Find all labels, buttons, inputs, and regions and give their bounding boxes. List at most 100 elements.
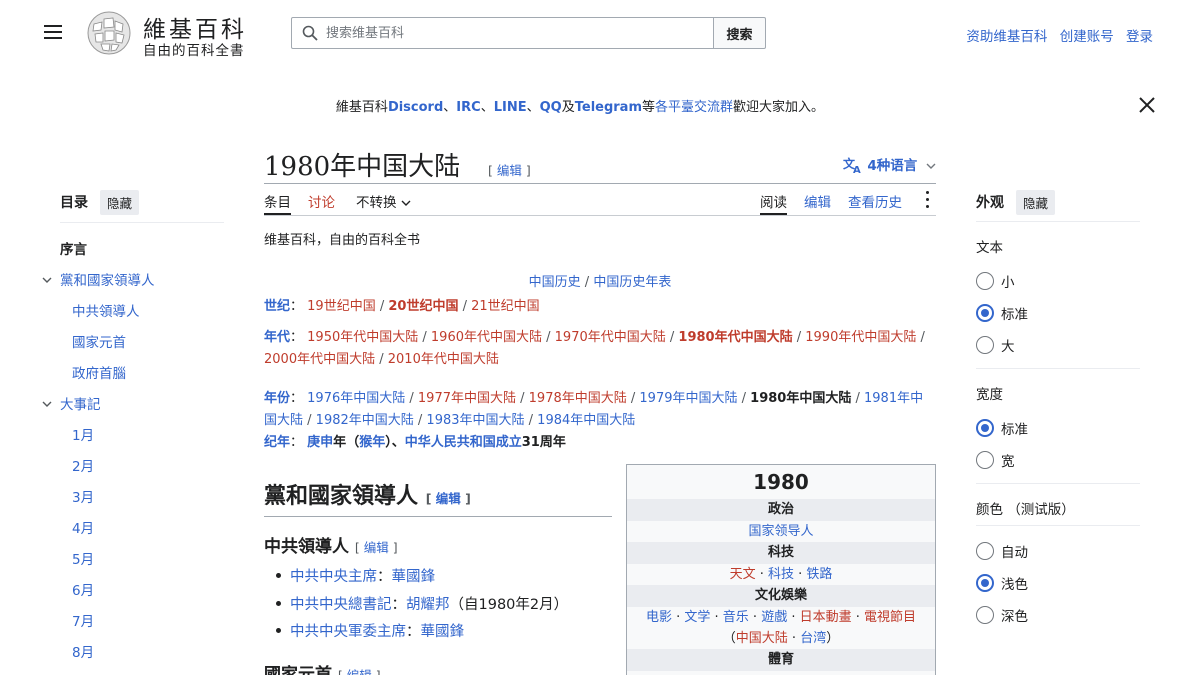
wikipedia-globe-logo[interactable] (84, 10, 134, 56)
toc-item[interactable]: 黨和國家領導人 (42, 266, 224, 297)
decade-link[interactable]: 2010年代中国大陆 (388, 352, 499, 367)
decade-link-current[interactable]: 1980年代中国大陆 (678, 330, 792, 345)
infobox-link[interactable]: 中国大陆 (736, 631, 788, 646)
toc-item[interactable]: 1月 (42, 421, 224, 452)
infobox-link[interactable]: 国家领导人 (748, 524, 813, 539)
era-gengshen-link[interactable]: 庚申 (307, 435, 333, 450)
radio-icon[interactable] (976, 606, 994, 624)
century-link-current[interactable]: 20世纪中国 (388, 299, 458, 314)
color-option[interactable]: 深色 (976, 599, 1140, 631)
toc-item[interactable]: 7月 (42, 607, 224, 638)
radio-icon[interactable] (976, 304, 994, 322)
width-option[interactable]: 宽 (976, 444, 1140, 476)
nav-china-history[interactable]: 中国历史 (529, 275, 581, 290)
infobox-link[interactable]: 遊戲 (761, 610, 787, 625)
toc-item[interactable]: 6月 (42, 576, 224, 607)
color-option[interactable]: 浅色 (976, 567, 1140, 599)
radio-icon[interactable] (976, 336, 994, 354)
language-button[interactable]: 文 A 4种语言 (843, 154, 936, 176)
login-link[interactable]: 登录 (1126, 29, 1153, 45)
leader-role-link[interactable]: 中共中央總書記 (290, 597, 392, 613)
chevron-down-icon[interactable] (42, 399, 52, 409)
tab-variant[interactable]: 不转换 (356, 191, 411, 215)
more-actions-icon[interactable] (926, 191, 930, 209)
decade-link[interactable]: 2000年代中国大陆 (264, 352, 375, 367)
year-link[interactable]: 1982年中国大陆 (316, 413, 414, 428)
title-edit-link[interactable]: 编辑 (497, 163, 522, 178)
leader-name-link[interactable]: 胡耀邦 (406, 597, 450, 613)
radio-icon[interactable] (976, 419, 994, 437)
leader-role-link[interactable]: 中共中央主席 (290, 569, 377, 585)
donate-link[interactable]: 资助维基百科 (966, 29, 1047, 45)
leader-role-link[interactable]: 中共中央軍委主席 (290, 624, 406, 640)
notice-group-link[interactable]: 各平臺交流群 (655, 100, 733, 115)
notice-irc[interactable]: IRC (456, 100, 480, 115)
appearance-hide-button[interactable]: 隐藏 (1016, 189, 1056, 215)
toc-item[interactable]: 國家元首 (42, 328, 224, 359)
era-monkey-link[interactable]: 猴年 (359, 435, 385, 450)
decade-link[interactable]: 1950年代中国大陆 (307, 330, 418, 345)
text-size-option[interactable]: 标准 (976, 297, 1140, 329)
search-button[interactable]: 搜索 (713, 17, 766, 49)
century-link[interactable]: 19世纪中国 (307, 299, 376, 314)
decade-link[interactable]: 1960年代中国大陆 (431, 330, 542, 345)
text-size-option[interactable]: 大 (976, 329, 1140, 361)
infobox-link[interactable]: 日本動畫 (800, 610, 852, 625)
toc-item[interactable]: 9月 (42, 669, 224, 675)
search-input[interactable] (326, 18, 706, 48)
decade-link[interactable]: 1970年代中国大陆 (555, 330, 666, 345)
year-link[interactable]: 1984年中国大陆 (537, 413, 635, 428)
infobox-link[interactable]: 文学 (684, 610, 710, 625)
subsection-edit-link[interactable]: 编辑 (364, 540, 389, 555)
infobox-link[interactable]: 电影 (646, 610, 672, 625)
tab-read[interactable]: 阅读 (760, 191, 787, 215)
toc-item[interactable]: 3月 (42, 483, 224, 514)
toc-item[interactable]: 中共領導人 (42, 297, 224, 328)
radio-icon[interactable] (976, 542, 994, 560)
width-option[interactable]: 标准 (976, 412, 1140, 444)
tab-talk[interactable]: 讨论 (308, 191, 335, 215)
nav-china-timeline[interactable]: 中国历史年表 (593, 275, 671, 290)
leader-name-link[interactable]: 華國鋒 (392, 569, 436, 585)
notice-discord[interactable]: Discord (388, 100, 443, 115)
year-link[interactable]: 1978年中国大陆 (529, 391, 627, 406)
color-option[interactable]: 自动 (976, 535, 1140, 567)
main-menu-icon[interactable] (44, 25, 62, 41)
radio-icon[interactable] (976, 272, 994, 290)
create-account-link[interactable]: 创建账号 (1060, 29, 1114, 45)
tab-history[interactable]: 查看历史 (848, 191, 902, 215)
leader-name-link[interactable]: 華國鋒 (421, 624, 465, 640)
infobox-link[interactable]: 天文 (730, 567, 756, 582)
radio-icon[interactable] (976, 451, 994, 469)
infobox-link[interactable]: 铁路 (806, 567, 832, 582)
year-link[interactable]: 1983年中国大陆 (426, 413, 524, 428)
notice-line[interactable]: LINE (494, 100, 527, 115)
section-edit-link[interactable]: 编辑 (436, 491, 461, 506)
notice-telegram[interactable]: Telegram (575, 100, 642, 115)
close-icon[interactable] (1139, 97, 1155, 113)
infobox-link[interactable]: 音乐 (723, 610, 749, 625)
infobox-link[interactable]: 台湾 (800, 631, 826, 646)
notice-qq[interactable]: QQ (540, 100, 562, 115)
infobox-link[interactable]: 電視節目 (864, 610, 916, 625)
subsection-edit-link[interactable]: 编辑 (347, 668, 372, 675)
toc-item[interactable]: 2月 (42, 452, 224, 483)
year-link[interactable]: 1976年中国大陆 (307, 391, 405, 406)
chevron-down-icon[interactable] (42, 275, 52, 285)
text-size-option[interactable]: 小 (976, 265, 1140, 297)
toc-item[interactable]: 8月 (42, 638, 224, 669)
year-link[interactable]: 1977年中国大陆 (418, 391, 516, 406)
toc-item[interactable]: 政府首腦 (42, 359, 224, 390)
toc-item[interactable]: 序言 (42, 235, 224, 266)
tab-edit[interactable]: 编辑 (804, 191, 831, 215)
toc-hide-button[interactable]: 隐藏 (100, 189, 140, 215)
decade-link[interactable]: 1990年代中国大陆 (805, 330, 916, 345)
tab-article[interactable]: 条目 (264, 191, 291, 215)
century-link[interactable]: 21世纪中国 (471, 299, 540, 314)
year-link[interactable]: 1979年中国大陆 (639, 391, 737, 406)
radio-icon[interactable] (976, 574, 994, 592)
infobox-link[interactable]: 科技 (768, 567, 794, 582)
era-prc-link[interactable]: 中华人民共和国成立 (405, 435, 522, 450)
toc-item[interactable]: 大事記 (42, 390, 224, 421)
toc-item[interactable]: 4月 (42, 514, 224, 545)
